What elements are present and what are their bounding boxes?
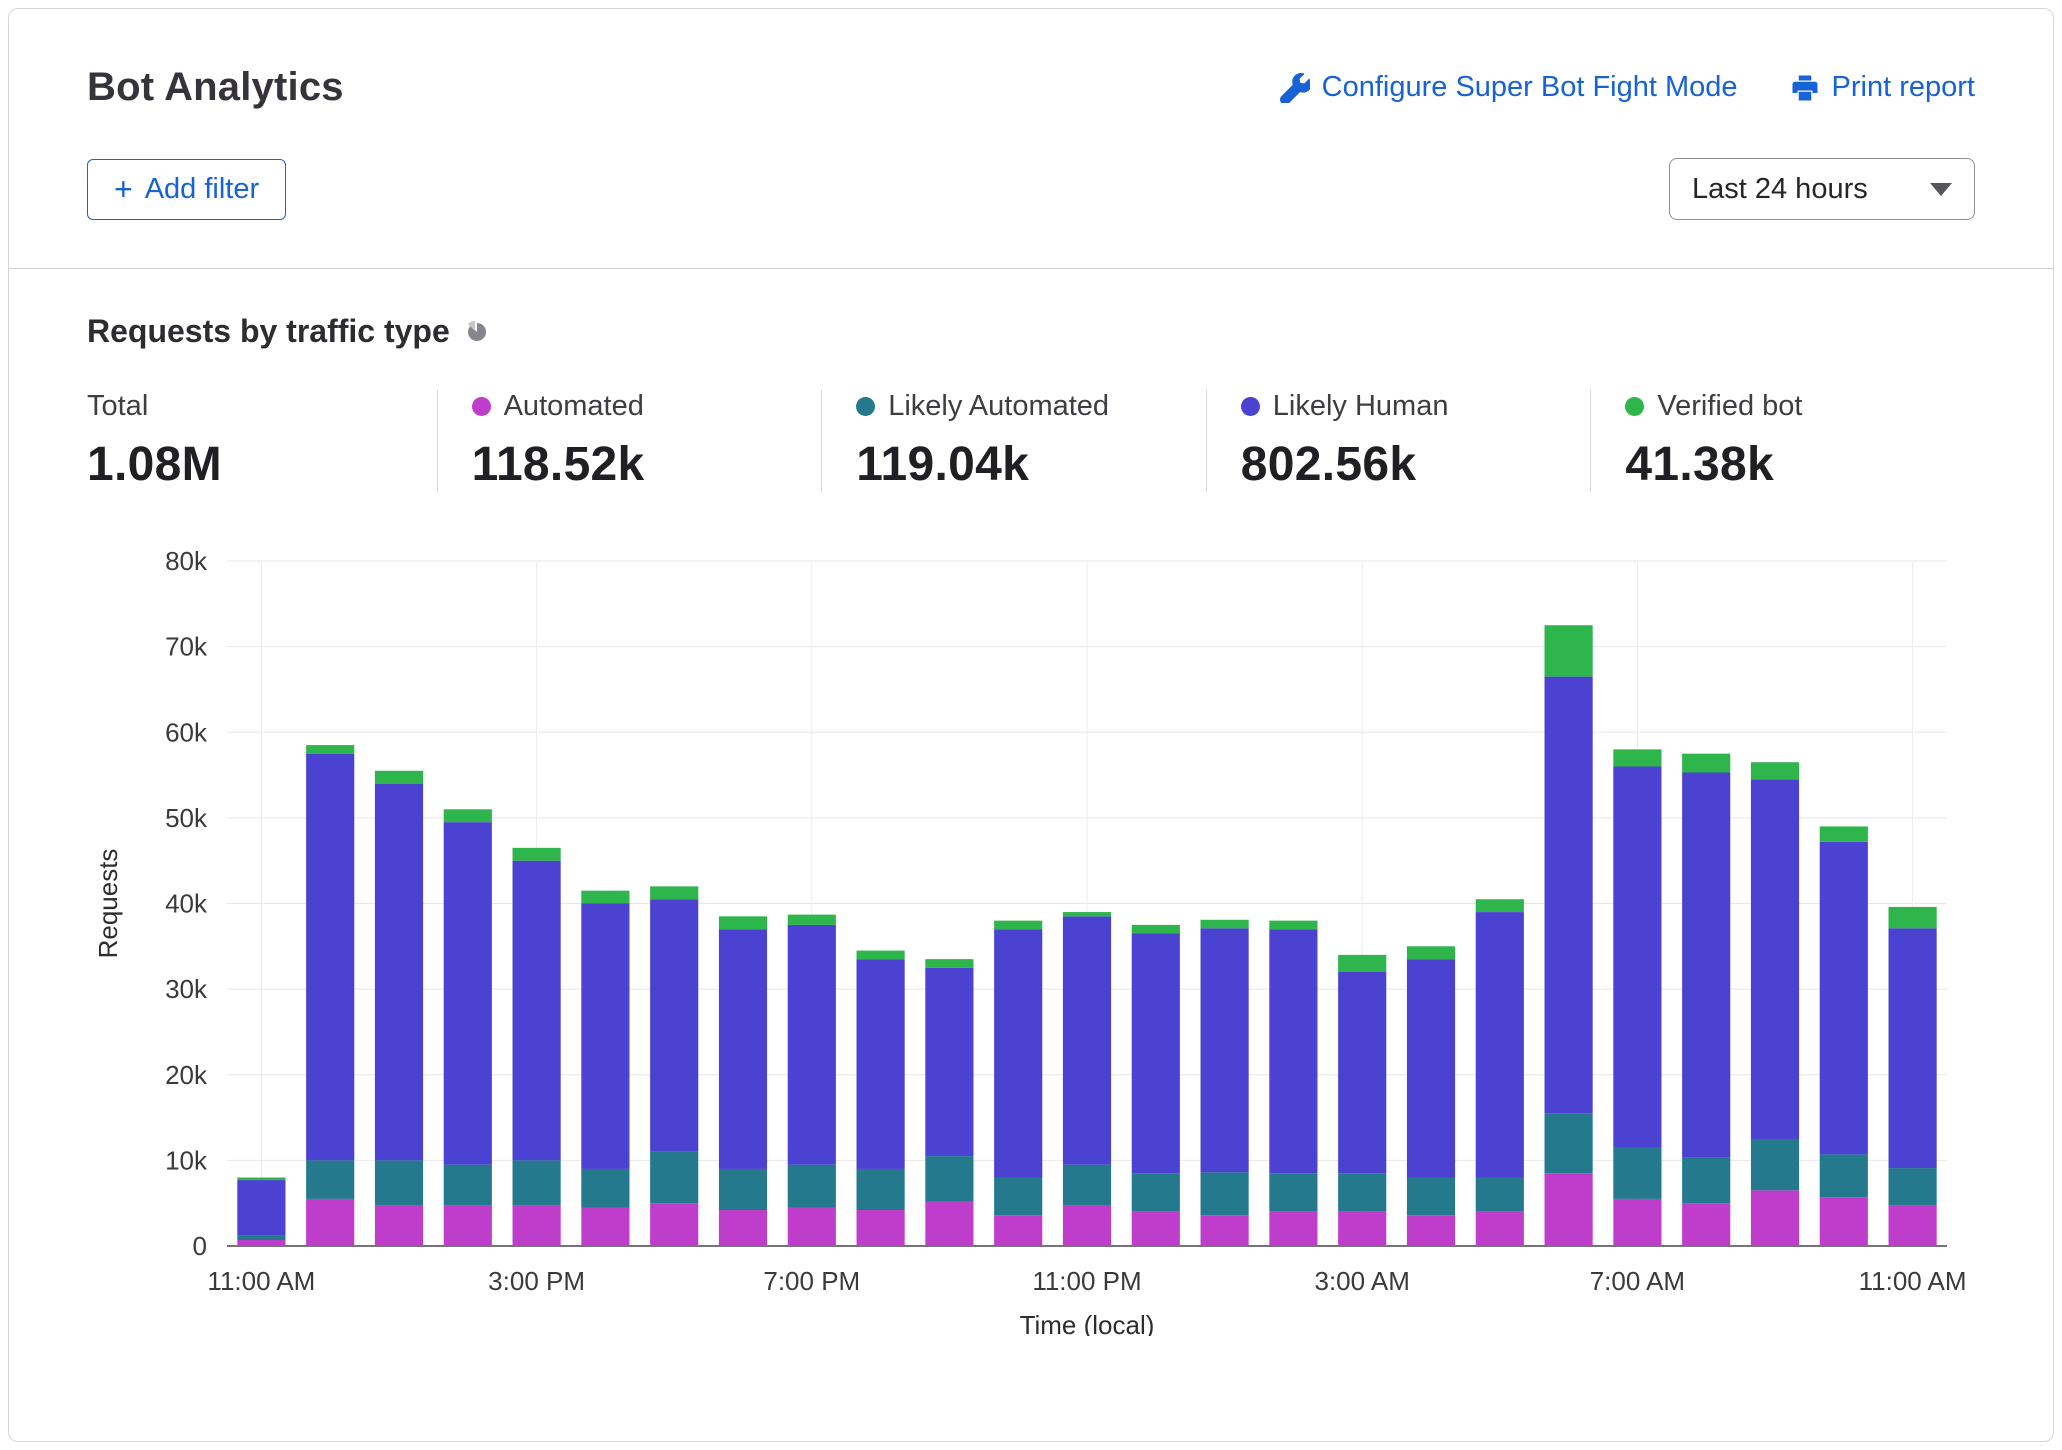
svg-text:50k: 50k	[165, 803, 208, 833]
automated-dot-icon	[472, 397, 491, 416]
svg-text:0: 0	[193, 1231, 207, 1261]
svg-text:10k: 10k	[165, 1145, 208, 1175]
configure-link-label: Configure Super Bot Fight Mode	[1322, 71, 1738, 104]
svg-text:20k: 20k	[165, 1060, 208, 1090]
add-filter-button[interactable]: + Add filter	[87, 159, 286, 220]
stat-likely-automated-label: Likely Automated	[888, 390, 1109, 423]
verified-bot-dot-icon	[1625, 397, 1644, 416]
traffic-stats-row: Total 1.08M Automated 118.52k Likely Aut…	[87, 390, 1975, 492]
stat-likely-automated: Likely Automated 119.04k	[821, 390, 1206, 492]
svg-text:7:00 PM: 7:00 PM	[763, 1266, 860, 1296]
printer-icon	[1790, 73, 1820, 103]
configure-super-bot-fight-mode-link[interactable]: Configure Super Bot Fight Mode	[1280, 71, 1738, 104]
likely-human-dot-icon	[1241, 397, 1260, 416]
stat-likely-human-label: Likely Human	[1273, 390, 1449, 423]
stat-automated: Automated 118.52k	[437, 390, 822, 492]
plus-icon: +	[114, 173, 133, 205]
stat-verified-bot-label: Verified bot	[1657, 390, 1802, 423]
wrench-icon	[1280, 73, 1310, 103]
stat-likely-human-value: 802.56k	[1241, 437, 1591, 492]
stat-verified-bot: Verified bot 41.38k	[1590, 390, 1975, 492]
stat-likely-human: Likely Human 802.56k	[1206, 390, 1591, 492]
stat-total-value: 1.08M	[87, 437, 437, 492]
svg-text:40k: 40k	[165, 889, 208, 919]
pie-chart-icon	[464, 320, 488, 344]
requests-section: Requests by traffic type Total 1.08M Aut…	[9, 269, 2053, 1351]
svg-text:Requests: Requests	[93, 849, 123, 959]
chevron-down-icon	[1930, 183, 1952, 196]
svg-text:11:00 AM: 11:00 AM	[207, 1266, 315, 1296]
stat-likely-automated-value: 119.04k	[856, 437, 1206, 492]
svg-text:3:00 PM: 3:00 PM	[488, 1266, 585, 1296]
print-report-link[interactable]: Print report	[1790, 71, 1975, 104]
svg-text:70k: 70k	[165, 632, 208, 662]
bot-analytics-card: Bot Analytics Configure Super Bot Fight …	[8, 8, 2054, 1442]
stat-automated-label: Automated	[504, 390, 644, 423]
print-link-label: Print report	[1832, 71, 1975, 104]
svg-text:30k: 30k	[165, 974, 208, 1004]
svg-text:3:00 AM: 3:00 AM	[1314, 1266, 1409, 1296]
svg-text:7:00 AM: 7:00 AM	[1590, 1266, 1685, 1296]
svg-text:11:00 AM: 11:00 AM	[1859, 1266, 1967, 1296]
stat-total: Total 1.08M	[87, 390, 437, 492]
add-filter-label: Add filter	[145, 173, 259, 206]
stacked-bar-chart: 0 10k 20k 30k 40k 50k 60k 70k 80k 11:00 AM 3:00 PM…	[87, 536, 1993, 1336]
time-range-value: Last 24 hours	[1692, 173, 1868, 206]
header: Bot Analytics Configure Super Bot Fight …	[9, 9, 2053, 268]
svg-text:60k: 60k	[165, 717, 208, 747]
section-heading: Requests by traffic type	[87, 313, 450, 350]
svg-text:Time (local): Time (local)	[1020, 1310, 1155, 1336]
likely-automated-dot-icon	[856, 397, 875, 416]
svg-text:11:00 PM: 11:00 PM	[1032, 1266, 1141, 1296]
svg-text:80k: 80k	[165, 546, 208, 576]
time-range-select[interactable]: Last 24 hours	[1669, 158, 1975, 220]
requests-by-traffic-type-chart: 0 10k 20k 30k 40k 50k 60k 70k 80k 11:00 AM 3:00 PM…	[87, 536, 1975, 1341]
stat-total-label: Total	[87, 390, 148, 423]
page-title: Bot Analytics	[87, 65, 344, 110]
stat-verified-bot-value: 41.38k	[1625, 437, 1975, 492]
stat-automated-value: 118.52k	[472, 437, 822, 492]
